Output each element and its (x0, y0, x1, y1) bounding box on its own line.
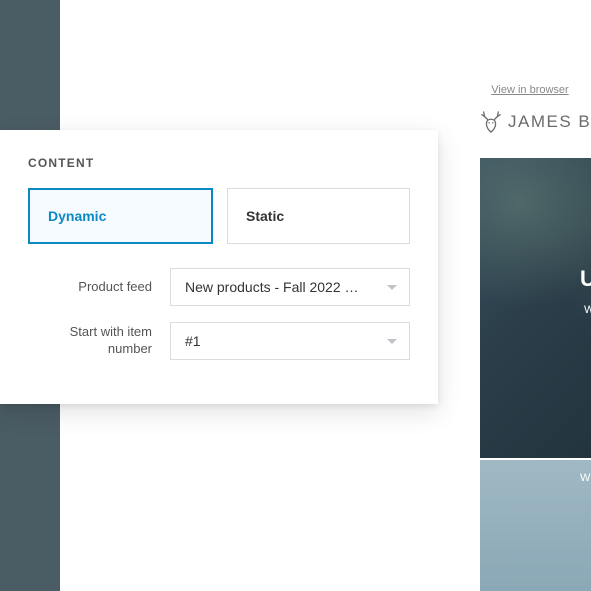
field-product-feed: Product feed New products - Fall 2022 C… (28, 268, 410, 306)
content-panel: CONTENT Dynamic Static Product feed New … (0, 130, 438, 404)
hero-subtext: W (584, 304, 591, 316)
hero-headline: U (580, 266, 591, 292)
brand-name: JAMES BI (508, 112, 591, 132)
tab-dynamic[interactable]: Dynamic (28, 188, 213, 244)
tab-row: Dynamic Static (28, 188, 410, 244)
chevron-down-icon (387, 339, 397, 344)
secondary-text: W (580, 472, 590, 484)
tab-static[interactable]: Static (227, 188, 410, 244)
hero-image: U W (480, 158, 591, 458)
tab-static-label: Static (246, 208, 284, 224)
chevron-down-icon (387, 285, 397, 290)
deer-icon (480, 110, 502, 134)
start-item-value: #1 (185, 333, 201, 349)
field-start-item: Start with item number #1 (28, 322, 410, 360)
panel-title: CONTENT (28, 156, 410, 170)
product-feed-select[interactable]: New products - Fall 2022 C… (170, 268, 410, 306)
preview-area: View in browser JAMES BI (480, 84, 591, 144)
brand-row: JAMES BI (480, 110, 591, 134)
product-feed-value: New products - Fall 2022 C… (185, 279, 365, 295)
view-in-browser-link[interactable]: View in browser (470, 84, 590, 96)
product-feed-label: Product feed (28, 279, 170, 296)
secondary-image: W (480, 460, 591, 591)
start-item-select[interactable]: #1 (170, 322, 410, 360)
tab-dynamic-label: Dynamic (48, 208, 106, 224)
start-item-label: Start with item number (28, 324, 170, 358)
